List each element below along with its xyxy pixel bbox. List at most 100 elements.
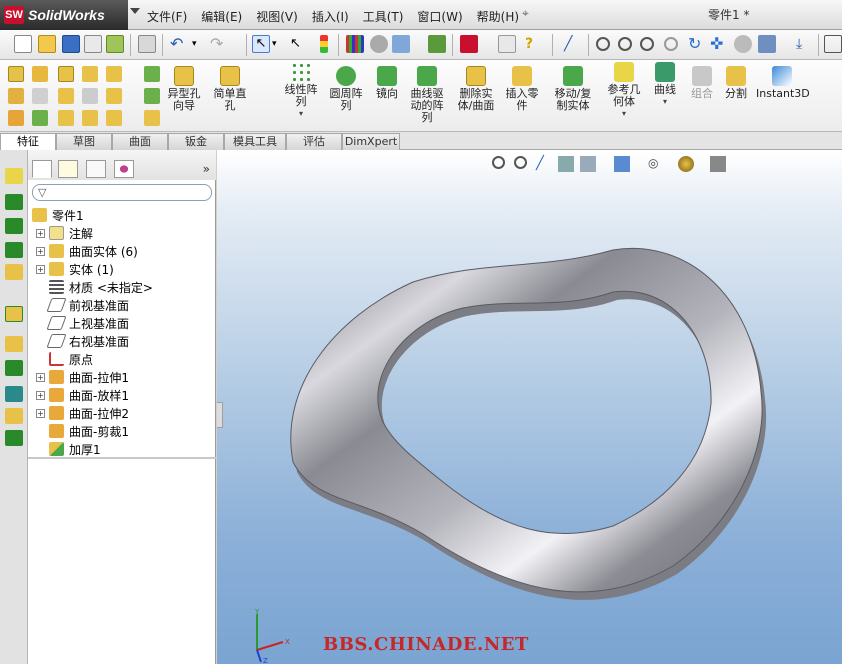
tree-item[interactable]: + 实体 (1) [36,260,114,278]
curve-driven-pattern-button[interactable]: 曲线驱 动的阵 列 [406,66,448,124]
flex-icon[interactable] [106,110,122,126]
tree-item[interactable]: + 曲面-拉伸2 [36,404,129,422]
tree-item[interactable]: 材质 <未指定> [49,278,153,296]
mirror-entities-icon[interactable] [5,264,23,280]
menu-insert[interactable]: 插入(I) [305,6,356,27]
scale-icon[interactable] [144,110,160,126]
extruded-cut-icon[interactable] [8,110,24,126]
boundary-icon[interactable] [144,66,160,82]
hole-wizard-button[interactable]: 异型孔 向导 [164,66,204,112]
wrap-icon[interactable] [106,88,122,104]
rib-icon[interactable] [106,66,122,82]
insert-part-button[interactable]: 插入零 件 [502,66,542,112]
tree-root[interactable]: 零件1 [32,206,84,224]
curve-through-points-icon[interactable] [5,360,23,376]
revolved-cut-icon[interactable] [32,110,48,126]
zoom-in-out-icon[interactable] [640,37,654,51]
linear-pattern-dropdown-icon[interactable]: ▾ [280,108,322,120]
sketch-plane-icon[interactable] [5,306,23,322]
pan-icon[interactable]: ✜ [710,35,728,53]
view-orientation-icon[interactable] [758,35,776,53]
delete-body-button[interactable]: 删除实 体/曲面 [454,66,498,112]
tree-item[interactable]: 原点 [49,350,93,368]
curves-dropdown-icon[interactable]: ▾ [650,96,680,108]
reference-geometry-dropdown-icon[interactable]: ▾ [602,108,646,120]
graphics-area[interactable]: ╱ ◎ Y X Z BBS.CHINADE.NET [217,150,842,664]
zoom-area-icon[interactable] [618,37,632,51]
configuration-manager-tab-icon[interactable] [86,160,106,178]
move-copy-body-button[interactable]: 移动/复 制实体 [550,66,596,112]
intersect-icon[interactable] [82,110,98,126]
menu-edit[interactable]: 编辑(E) [194,6,249,27]
dimxpert-manager-tab-icon[interactable] [114,160,134,178]
curves-button[interactable]: 曲线 ▾ [650,62,680,108]
tab-sketch[interactable]: 草图 [56,133,112,150]
expand-icon[interactable]: + [36,264,45,274]
undo-icon[interactable]: ↶ [170,35,188,53]
spiral-icon[interactable] [5,430,23,446]
rebuild-select-icon[interactable]: ↖ [290,35,308,53]
tree-item[interactable]: 上视基准面 [46,314,129,332]
select-cursor-icon[interactable]: ↖ [252,35,270,53]
tree-item[interactable]: 右视基准面 [46,332,129,350]
open-folder-icon[interactable] [38,35,56,53]
fillet-icon[interactable] [58,66,74,82]
tab-evaluate[interactable]: 评估 [286,133,342,150]
mirror-button[interactable]: 镜向 [370,66,404,100]
indent-icon[interactable] [144,88,160,104]
normal-to-icon[interactable]: ⤓ [796,35,814,53]
dome-icon[interactable] [58,110,74,126]
wave-washer[interactable] [290,247,763,593]
tree-item[interactable]: + 注解 [36,224,93,242]
simple-hole-button[interactable]: 简单直 孔 [208,66,252,112]
offset-surface-icon[interactable] [5,408,23,424]
tab-mold-tools[interactable]: 模具工具 [224,133,286,150]
expand-icon[interactable]: + [36,390,45,400]
expand-icon[interactable]: + [36,408,45,418]
print-preview-icon[interactable] [84,35,102,53]
spline-icon[interactable] [5,218,23,234]
expand-icon[interactable]: + [36,228,45,238]
property-manager-tab-icon[interactable] [58,160,78,178]
help-icon[interactable]: ? [520,35,538,53]
new-document-icon[interactable] [14,35,32,53]
point-icon[interactable] [5,242,23,258]
lofted-boss-icon[interactable] [32,88,48,104]
3d-box-icon[interactable] [824,35,842,53]
rotate-view-icon[interactable]: ↻ [688,35,706,53]
tree-item[interactable]: + 曲面-拉伸1 [36,368,129,386]
zoom-selection-icon[interactable] [664,37,678,51]
expand-icon[interactable]: + [36,372,45,382]
pin-icon[interactable]: ⌖ [522,6,536,20]
rebuild-traffic-light-icon[interactable] [320,35,328,53]
menu-window[interactable]: 窗口(W) [410,6,469,27]
surface-extrude-tool-icon[interactable] [5,336,23,352]
chevron-right-icon[interactable]: » [203,162,210,176]
helix-icon[interactable] [5,386,23,402]
linear-pattern-button[interactable]: 线性阵 列 ▾ [280,62,322,120]
grid-icon[interactable] [346,35,364,53]
smart-dimension-icon[interactable] [5,168,23,184]
menu-help[interactable]: 帮助(H) [470,6,526,27]
tree-item[interactable]: + 曲面-放样1 [36,386,129,404]
zoom-to-fit-icon[interactable] [596,37,610,51]
tree-item[interactable]: 曲面-剪裁1 [49,422,129,440]
options-icon[interactable] [106,35,124,53]
print-icon[interactable] [138,35,156,53]
tree-item[interactable]: 前视基准面 [46,296,129,314]
shell-icon[interactable] [58,88,74,104]
extruded-boss-icon[interactable] [8,66,24,82]
app-logo[interactable]: SW SolidWorks [0,0,128,30]
swept-boss-icon[interactable] [8,88,24,104]
undo-dropdown-icon[interactable]: ▾ [192,35,210,53]
sketch-icon[interactable]: ╱ [564,35,582,53]
collapse-panel-handle[interactable] [217,402,223,428]
menu-file[interactable]: 文件(F) [140,6,194,27]
expand-icon[interactable]: + [36,246,45,256]
line-icon[interactable] [5,194,23,210]
reference-geometry-button[interactable]: 参考几 何体 ▾ [602,62,646,120]
revolved-boss-icon[interactable] [32,66,48,82]
menu-view[interactable]: 视图(V) [249,6,305,27]
chamfer-icon[interactable] [82,66,98,82]
redo-icon[interactable]: ↷ [210,35,228,53]
